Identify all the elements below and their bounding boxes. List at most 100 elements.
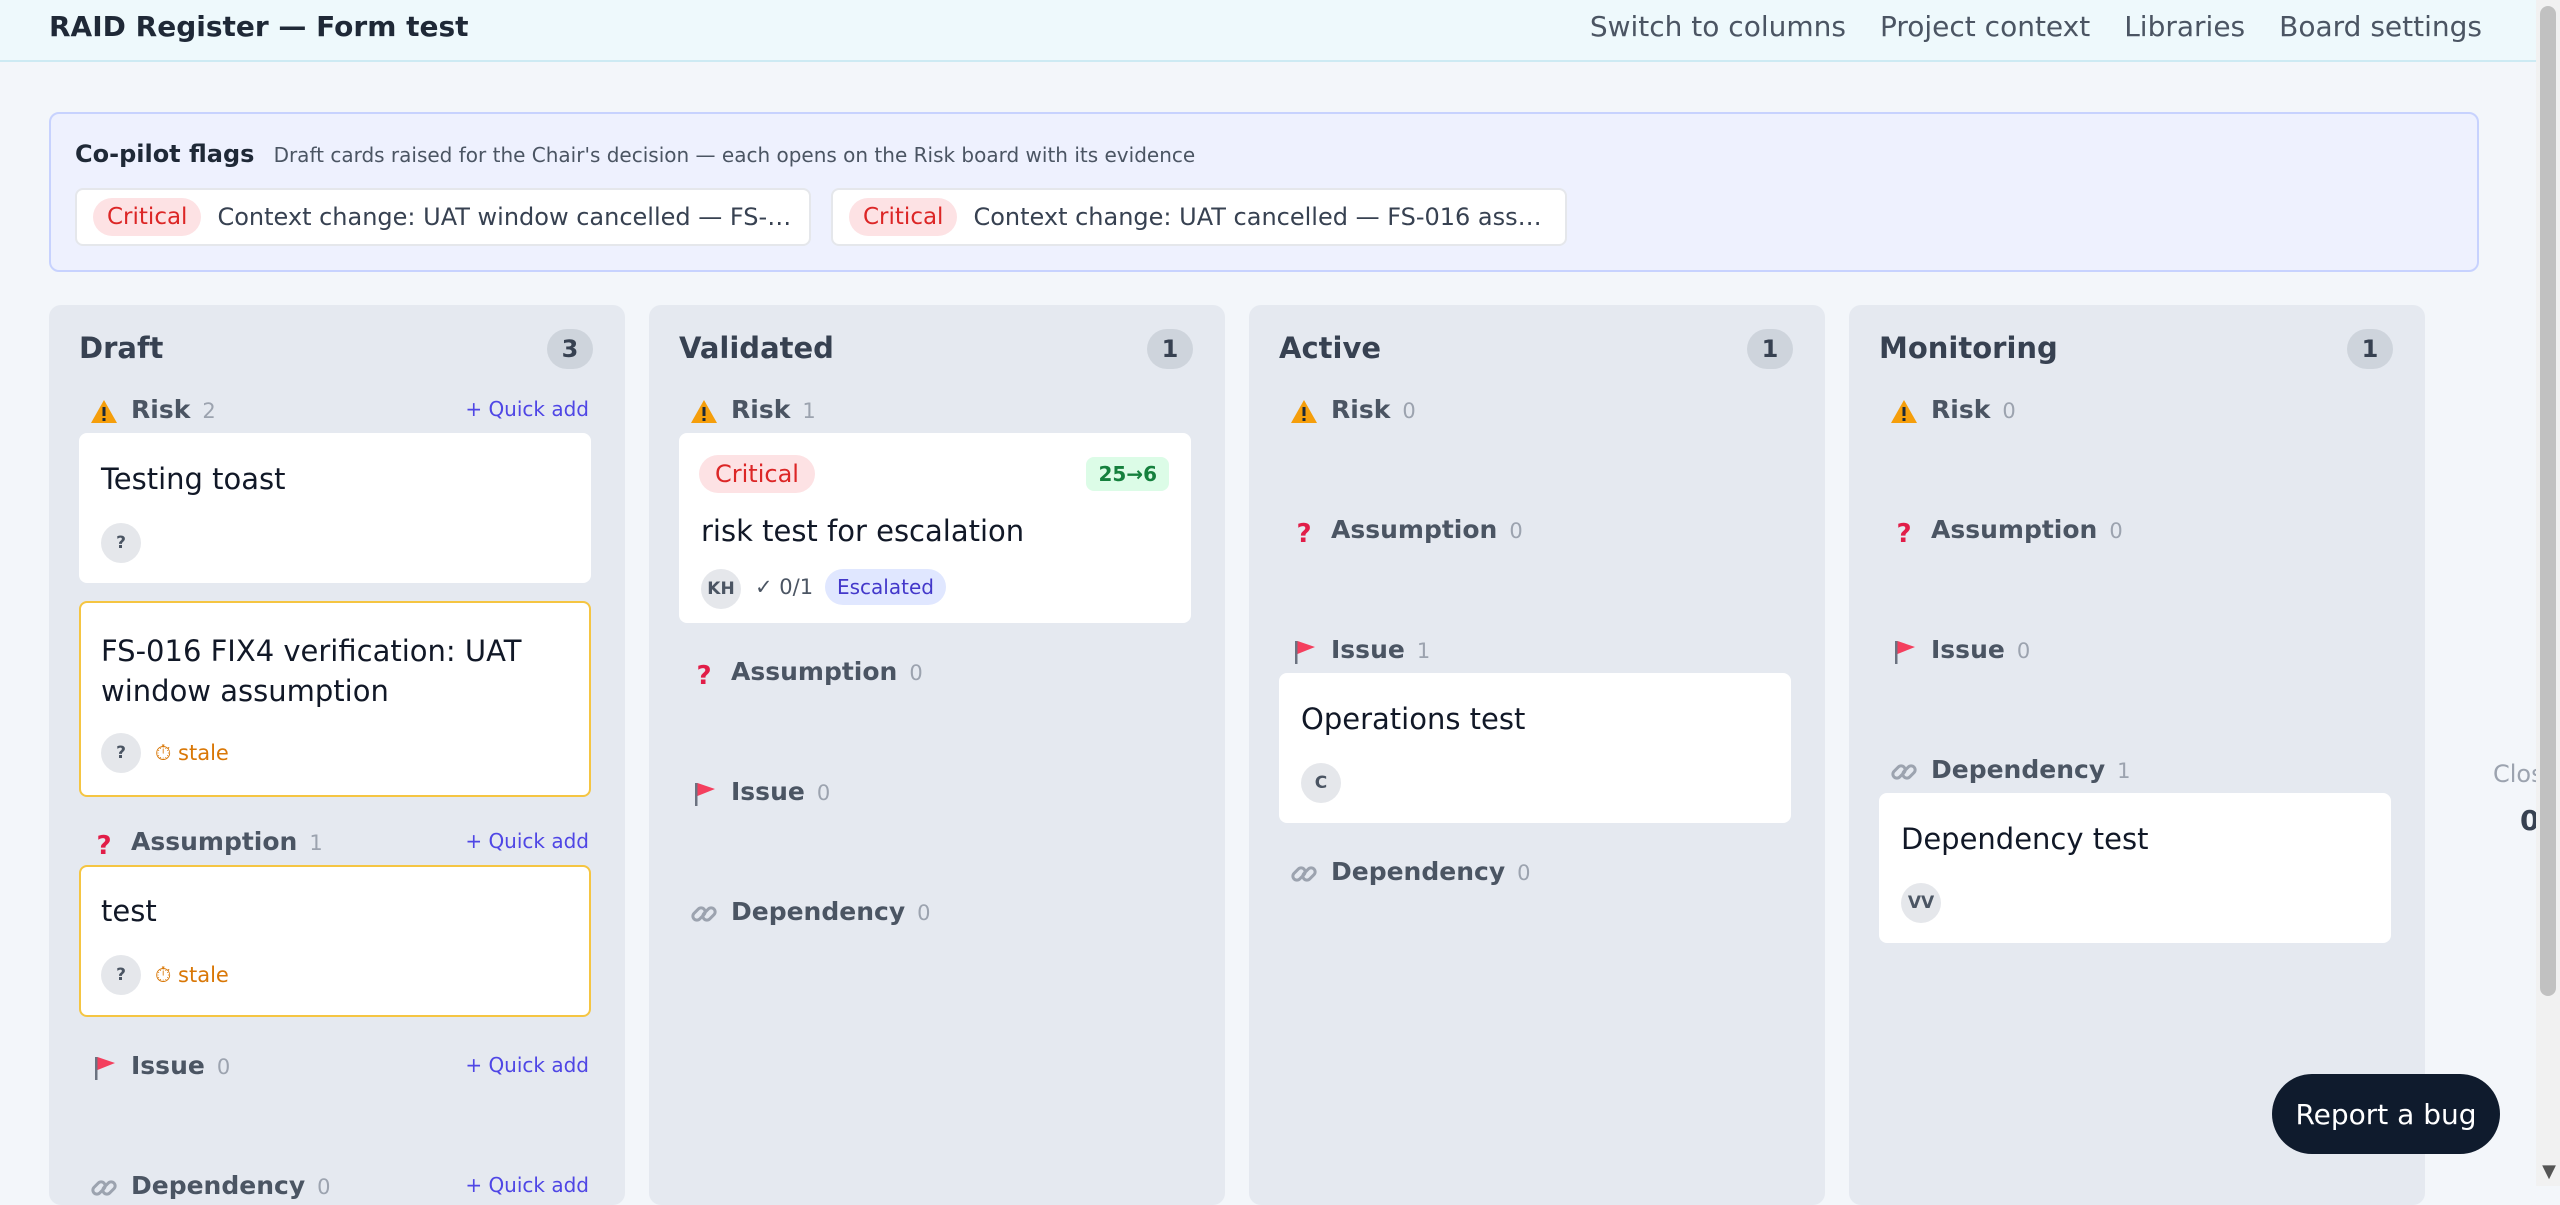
section-issue: Issue 1 bbox=[1279, 633, 1795, 669]
warning-icon bbox=[1891, 400, 1917, 423]
score-badge: 25→6 bbox=[1086, 457, 1169, 491]
column-active: Active 1 Risk 0 ? Assumption 0 Issue 1 Oper… bbox=[1249, 305, 1825, 1205]
section-issue: Issue 0 bbox=[679, 775, 1195, 811]
section-label: Issue 1 bbox=[1331, 635, 1431, 664]
section-label: Assumption 0 bbox=[731, 657, 923, 686]
column-title: Active bbox=[1279, 331, 1382, 365]
stale-indicator: ⏱ stale bbox=[155, 741, 229, 765]
section-label: Assumption 0 bbox=[1331, 515, 1523, 544]
question-icon: ? bbox=[696, 661, 711, 689]
column-count: 1 bbox=[1147, 329, 1193, 369]
card-dependency-test[interactable]: Dependency test VV bbox=[1879, 793, 2391, 943]
page-title: RAID Register — Form test bbox=[49, 10, 469, 43]
section-dependency: Dependency 0 + Quick add bbox=[79, 1169, 595, 1205]
flag-text: Context change: UAT cancelled — FS-016 a… bbox=[973, 203, 1554, 231]
section-label: Dependency 0 bbox=[1331, 857, 1531, 886]
card-testing-toast[interactable]: Testing toast ? bbox=[79, 433, 591, 583]
copilot-flags-label: Co-pilot flags bbox=[75, 140, 255, 168]
card-title: Operations test bbox=[1301, 702, 1526, 736]
card-title: Dependency test bbox=[1901, 822, 2149, 856]
section-assumption: ? Assumption 0 bbox=[1279, 513, 1795, 549]
copilot-flag-1[interactable]: Critical Context change: UAT window canc… bbox=[75, 188, 811, 246]
link-icon bbox=[91, 1180, 117, 1196]
card-fs016-fix4[interactable]: FS-016 FIX4 verification: UAT window ass… bbox=[79, 601, 591, 797]
libraries-link[interactable]: Libraries bbox=[2124, 10, 2245, 43]
link-icon bbox=[1291, 866, 1317, 882]
column-count: 1 bbox=[1747, 329, 1793, 369]
quick-add-button[interactable]: + Quick add bbox=[465, 1173, 589, 1197]
avatar: ? bbox=[101, 733, 141, 773]
section-dependency: Dependency 0 bbox=[1279, 855, 1795, 891]
column-draft: Draft 3 Risk 2 + Quick add Testing toast … bbox=[49, 305, 625, 1205]
quick-add-button[interactable]: + Quick add bbox=[465, 397, 589, 421]
copilot-flags-description: Draft cards raised for the Chair's decis… bbox=[273, 143, 1196, 167]
section-label: Issue 0 bbox=[1931, 635, 2031, 664]
warning-icon bbox=[91, 400, 117, 423]
column-monitoring: Monitoring 1 Risk 0 ? Assumption 0 Issue 0 … bbox=[1849, 305, 2425, 1205]
avatar: C bbox=[1301, 763, 1341, 803]
card-title: Testing toast bbox=[101, 462, 286, 496]
column-count: 1 bbox=[2347, 329, 2393, 369]
section-label: Risk 0 bbox=[1331, 395, 1416, 424]
avatar: ? bbox=[101, 523, 141, 563]
card-risk-test-escalation[interactable]: Critical 25→6 risk test for escalation K… bbox=[679, 433, 1191, 623]
flag-icon bbox=[1895, 641, 1915, 664]
section-risk: Risk 0 bbox=[1279, 393, 1795, 429]
header-nav: Switch to columns Project context Librar… bbox=[1590, 10, 2482, 43]
severity-badge: Critical bbox=[849, 198, 958, 236]
link-icon bbox=[1891, 764, 1917, 780]
section-label: Risk 2 bbox=[131, 395, 216, 424]
section-label: Risk 0 bbox=[1931, 395, 2016, 424]
scroll-down-arrow-icon[interactable]: ▼ bbox=[2542, 1161, 2556, 1182]
column-title: Draft bbox=[79, 331, 164, 365]
question-icon: ? bbox=[96, 831, 111, 859]
section-issue: Issue 0 bbox=[1879, 633, 2395, 669]
copilot-flags-panel: Co-pilot flags Draft cards raised for th… bbox=[49, 112, 2479, 272]
question-icon: ? bbox=[1896, 519, 1911, 547]
flag-icon bbox=[695, 783, 715, 806]
section-label: Assumption 1 bbox=[131, 827, 323, 856]
section-dependency: Dependency 1 bbox=[1879, 753, 2395, 789]
quick-add-button[interactable]: + Quick add bbox=[465, 1053, 589, 1077]
flag-icon bbox=[1295, 641, 1315, 664]
avatar: VV bbox=[1901, 883, 1941, 923]
section-label: Dependency 0 bbox=[731, 897, 931, 926]
severity-badge: Critical bbox=[93, 198, 202, 236]
section-assumption: ? Assumption 1 + Quick add bbox=[79, 825, 595, 861]
card-title: test bbox=[101, 894, 157, 928]
board-settings-link[interactable]: Board settings bbox=[2279, 10, 2482, 43]
section-assumption: ? Assumption 0 bbox=[1879, 513, 2395, 549]
section-label: Assumption 0 bbox=[1931, 515, 2123, 544]
flag-icon bbox=[95, 1057, 115, 1080]
svg-text:?: ? bbox=[1896, 519, 1911, 547]
section-assumption: ? Assumption 0 bbox=[679, 655, 1195, 691]
question-icon: ? bbox=[1296, 519, 1311, 547]
card-operations-test[interactable]: Operations test C bbox=[1279, 673, 1791, 823]
card-title: risk test for escalation bbox=[701, 514, 1025, 548]
switch-to-columns-link[interactable]: Switch to columns bbox=[1590, 10, 1846, 43]
copilot-flag-2[interactable]: Critical Context change: UAT cancelled —… bbox=[831, 188, 1567, 246]
flag-text: Context change: UAT window cancelled — F… bbox=[217, 203, 798, 231]
column-validated: Validated 1 Risk 1 Critical 25→6 risk tes… bbox=[649, 305, 1225, 1205]
quick-add-button[interactable]: + Quick add bbox=[465, 829, 589, 853]
card-test[interactable]: test ? ⏱ stale bbox=[79, 865, 591, 1017]
section-label: Issue 0 bbox=[731, 777, 831, 806]
vertical-scrollbar[interactable]: ▼ bbox=[2536, 0, 2560, 1186]
checklist-count: ✓ 0/1 bbox=[755, 575, 814, 599]
status-badge: Escalated bbox=[825, 569, 946, 605]
copilot-flags-header: Co-pilot flags Draft cards raised for th… bbox=[75, 140, 1195, 168]
scrollbar-thumb[interactable] bbox=[2540, 6, 2556, 996]
section-label: Dependency 1 bbox=[1931, 755, 2131, 784]
link-icon bbox=[691, 906, 717, 922]
avatar: ? bbox=[101, 955, 141, 995]
report-bug-button[interactable]: Report a bug bbox=[2272, 1074, 2500, 1154]
stale-indicator: ⏱ stale bbox=[155, 963, 229, 987]
section-risk: Risk 0 bbox=[1879, 393, 2395, 429]
avatar: KH bbox=[701, 569, 741, 609]
project-context-link[interactable]: Project context bbox=[1880, 10, 2090, 43]
svg-text:?: ? bbox=[696, 661, 711, 689]
section-dependency: Dependency 0 bbox=[679, 895, 1195, 931]
section-label: Risk 1 bbox=[731, 395, 816, 424]
section-risk: Risk 2 + Quick add bbox=[79, 393, 595, 429]
section-risk: Risk 1 bbox=[679, 393, 1195, 429]
